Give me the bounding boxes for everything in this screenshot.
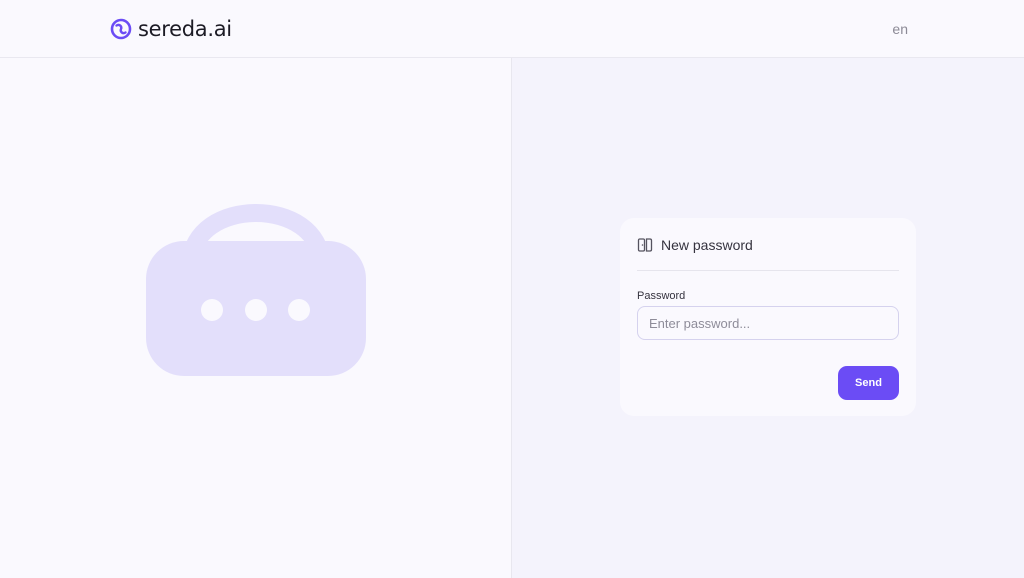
card-title: New password: [661, 237, 753, 253]
brand-name: sereda.ai: [138, 17, 232, 41]
password-label: Password: [637, 290, 686, 302]
brand-logo[interactable]: sereda.ai: [110, 17, 232, 41]
card-header: New password: [637, 235, 899, 255]
sereda-logo-icon: [110, 18, 132, 40]
card-divider: [637, 270, 899, 271]
door-icon: [637, 238, 653, 252]
send-button[interactable]: Send: [838, 366, 899, 400]
language-switcher[interactable]: en: [892, 20, 908, 38]
lock-icon: [146, 204, 366, 376]
password-input[interactable]: [637, 306, 899, 340]
new-password-card: New password Password Send: [620, 218, 916, 416]
top-bar: sereda.ai en: [0, 0, 1024, 58]
